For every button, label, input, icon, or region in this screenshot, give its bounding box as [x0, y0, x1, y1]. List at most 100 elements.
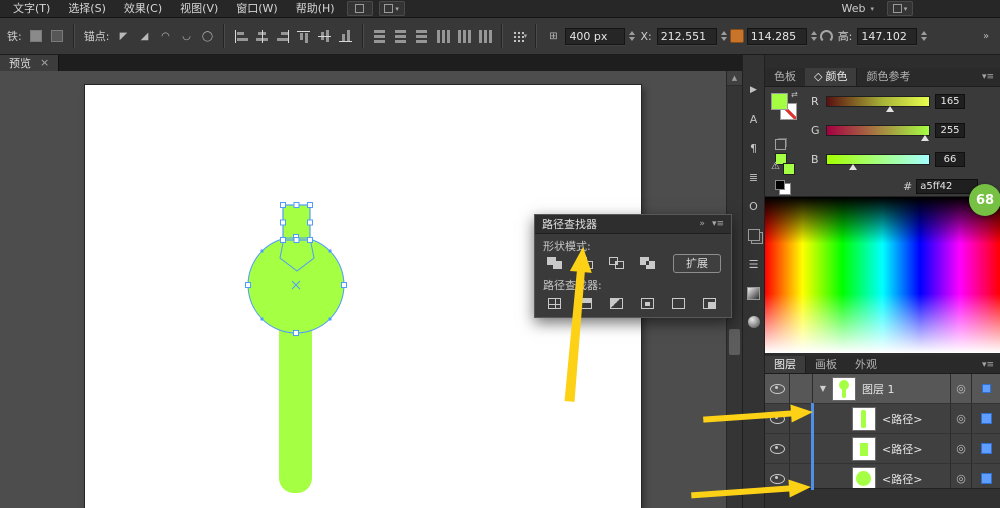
align-center-icon[interactable]: [253, 27, 271, 45]
isolate-icon[interactable]: ◯: [198, 27, 216, 45]
opentype-panel-icon[interactable]: O: [746, 199, 762, 213]
selection-cell[interactable]: [971, 434, 1000, 463]
green-slider[interactable]: [826, 125, 930, 136]
lock-toggle[interactable]: [790, 434, 813, 463]
document-tab[interactable]: 预览 ×: [0, 55, 59, 71]
scrollbar-thumb[interactable]: [729, 329, 740, 355]
align-middle-icon[interactable]: [316, 27, 334, 45]
layout-menu-icon[interactable]: ▾: [887, 1, 913, 16]
gradient-panel-icon[interactable]: [746, 286, 762, 300]
anchor-dot[interactable]: [329, 318, 332, 321]
scroll-up-icon[interactable]: ▲: [727, 71, 742, 86]
appearance-tab[interactable]: 外观: [846, 356, 886, 373]
selection-handle[interactable]: [308, 238, 313, 243]
exclude-button[interactable]: [634, 253, 660, 273]
artboards-tab[interactable]: 画板: [806, 356, 846, 373]
pathfinder-panel-titlebar[interactable]: 路径查找器 » ▾≡: [535, 215, 731, 234]
selection-handle[interactable]: [294, 203, 299, 208]
layer-row[interactable]: ▼ 图层 1 ◎: [765, 374, 1000, 404]
control-bar-overflow-icon[interactable]: »: [977, 27, 995, 45]
panel-menu-icon[interactable]: ▾≡: [982, 72, 994, 82]
green-value-field[interactable]: [935, 123, 965, 138]
distribute-hcenter-icon[interactable]: [455, 27, 473, 45]
y-field[interactable]: [747, 28, 807, 45]
path-row[interactable]: <路径> ◎: [765, 404, 1000, 434]
target-icon[interactable]: ◎: [950, 434, 971, 463]
size-stepper[interactable]: [629, 31, 635, 41]
selection-handle[interactable]: [308, 203, 313, 208]
x-stepper[interactable]: [721, 31, 727, 41]
intersect-button[interactable]: [603, 253, 629, 273]
convert-anchor-icon[interactable]: ◤: [114, 27, 132, 45]
anchor-point[interactable]: [246, 283, 251, 288]
blue-slider[interactable]: [826, 154, 930, 165]
menu-item-view[interactable]: 视图(V): [171, 0, 227, 18]
distribute-top-icon[interactable]: [371, 27, 389, 45]
align-top-icon[interactable]: [295, 27, 313, 45]
unite-button[interactable]: [541, 253, 567, 273]
show-handles-icon[interactable]: ◠: [156, 27, 174, 45]
menu-item-window[interactable]: 窗口(W): [227, 0, 286, 18]
slider-thumb[interactable]: [886, 106, 894, 112]
anchor-dot[interactable]: [329, 250, 332, 253]
visibility-toggle[interactable]: [765, 374, 790, 403]
expand-triangle-icon[interactable]: ▼: [813, 384, 833, 393]
anchor-point[interactable]: [342, 283, 347, 288]
expand-dock-icon[interactable]: ▶: [746, 83, 762, 97]
stroke-panel-icon[interactable]: ☰: [746, 257, 762, 271]
layers-tab[interactable]: 图层: [765, 356, 806, 373]
in-gamut-color-swatch[interactable]: [783, 163, 795, 175]
crop-button[interactable]: [634, 293, 660, 313]
trim-button[interactable]: [572, 293, 598, 313]
menu-item-effect[interactable]: 效果(C): [115, 0, 171, 18]
type-panel-icon[interactable]: A: [746, 112, 762, 126]
x-field[interactable]: [657, 28, 717, 45]
anchor-dot[interactable]: [261, 250, 264, 253]
black-white-swatches[interactable]: [775, 180, 785, 190]
slider-thumb[interactable]: [849, 164, 857, 170]
blue-value-field[interactable]: [935, 152, 965, 167]
visibility-toggle[interactable]: [765, 434, 790, 463]
layer-thumbnail[interactable]: [853, 438, 875, 460]
anchor-smooth-icon[interactable]: [48, 27, 66, 45]
arrange-documents-icon[interactable]: ▾: [379, 1, 405, 16]
tabs-panel-icon[interactable]: ≣: [746, 170, 762, 184]
selection-cell[interactable]: [971, 404, 1000, 433]
selection-handle[interactable]: [308, 220, 313, 225]
swap-fill-stroke-icon[interactable]: ⇄: [791, 90, 798, 99]
close-icon[interactable]: ×: [40, 58, 49, 68]
align-left-icon[interactable]: [232, 27, 250, 45]
anchor-dot[interactable]: [261, 318, 264, 321]
selection-cell[interactable]: [971, 374, 1000, 403]
layer-name[interactable]: <路径>: [882, 411, 950, 427]
lock-toggle[interactable]: [790, 404, 813, 433]
expand-button[interactable]: 扩展: [673, 254, 721, 273]
target-icon[interactable]: ◎: [950, 374, 971, 403]
selection-handle[interactable]: [281, 220, 286, 225]
gamut-warning-icon[interactable]: ⚠: [771, 161, 780, 172]
collapse-panel-icon[interactable]: »: [699, 219, 705, 229]
divide-button[interactable]: [541, 293, 567, 313]
layer-thumbnail[interactable]: [853, 408, 875, 430]
align-bottom-icon[interactable]: [337, 27, 355, 45]
anchor-corner-icon[interactable]: [27, 27, 45, 45]
outline-button[interactable]: [665, 293, 691, 313]
hide-handles-icon[interactable]: ◡: [177, 27, 195, 45]
color-guide-tab[interactable]: 颜色参考: [857, 68, 919, 86]
web-safe-cube-icon[interactable]: [775, 139, 786, 150]
menu-item-type[interactable]: 文字(T): [4, 0, 59, 18]
path-row[interactable]: <路径> ◎: [765, 434, 1000, 464]
lock-toggle[interactable]: [790, 374, 813, 403]
selection-handle[interactable]: [294, 238, 299, 243]
appearance-panel-icon[interactable]: [746, 315, 762, 329]
layer-name[interactable]: <路径>: [882, 441, 950, 457]
align-to-selection-icon[interactable]: ▾: [510, 27, 528, 45]
distribute-left-icon[interactable]: [434, 27, 452, 45]
y-stepper[interactable]: [811, 31, 817, 41]
selection-handle[interactable]: [281, 203, 286, 208]
anchor-point[interactable]: [294, 331, 299, 336]
menu-item-help[interactable]: 帮助(H): [287, 0, 344, 18]
color-spectrum[interactable]: [765, 196, 1000, 353]
swatches-tab[interactable]: 色板: [765, 68, 805, 86]
layer-thumbnail[interactable]: [853, 468, 875, 490]
